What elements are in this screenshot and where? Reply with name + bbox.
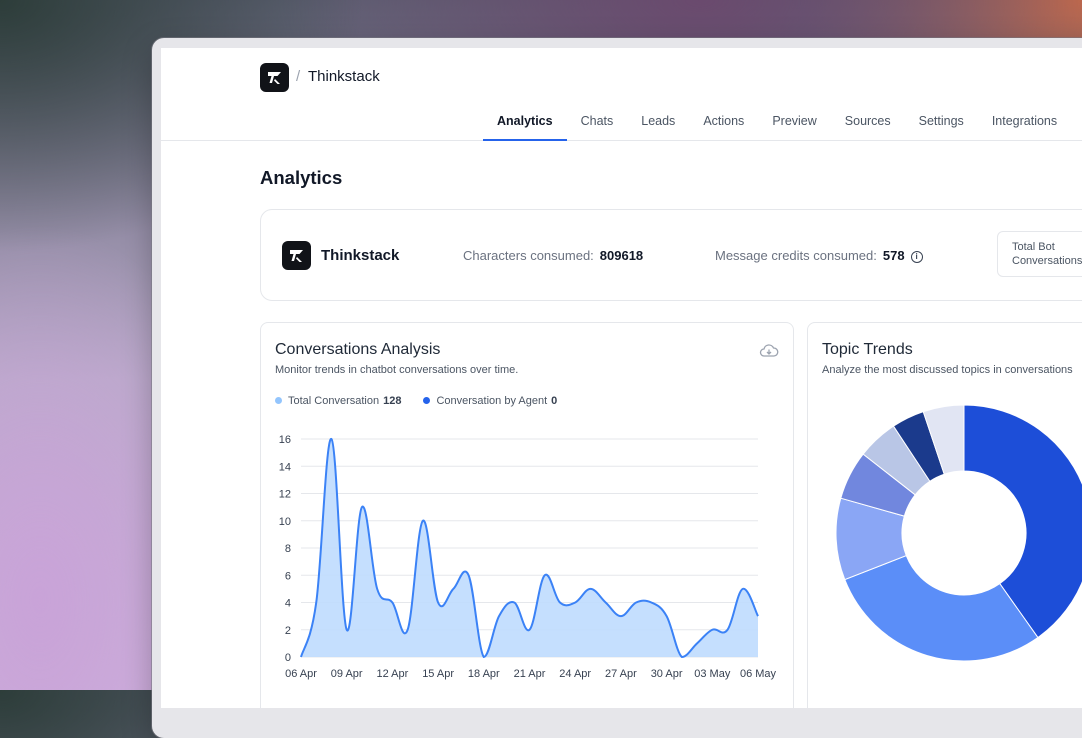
- x-tick-label: 30 Apr: [651, 668, 683, 680]
- y-tick-label: 12: [279, 489, 291, 501]
- tab-settings[interactable]: Settings: [905, 112, 978, 140]
- page-title: Analytics: [260, 167, 343, 188]
- total-bot-label-line1: Total Bot: [1012, 241, 1055, 253]
- credits-consumed-stat: Message credits consumed: 578 i: [715, 248, 923, 263]
- bot-name: Thinkstack: [321, 247, 400, 264]
- total-bot-label-line2: Conversations: [1012, 255, 1082, 267]
- tab-integrations[interactable]: Integrations: [978, 112, 1071, 140]
- credits-consumed-label: Message credits consumed:: [715, 248, 877, 263]
- conversations-analysis-card: Conversations Analysis Monitor trends in…: [260, 322, 794, 708]
- y-tick-label: 8: [285, 543, 291, 555]
- x-tick-label: 24 Apr: [559, 668, 591, 680]
- y-tick-label: 2: [285, 625, 291, 637]
- x-tick-label: 06 Apr: [285, 668, 317, 680]
- conversations-area-chart: 0 2 4 6 8 10 12 14 16 06 Apr 09 Apr 12 Apr 15 Apr 18 …: [279, 434, 777, 680]
- breadcrumb-separator: /: [296, 68, 301, 85]
- main-nav: Analytics Chats Leads Actions Preview So…: [483, 112, 1082, 141]
- tab-preview[interactable]: Preview: [758, 112, 830, 140]
- total-bot-conversations-box: Total Bot Conversations: [997, 231, 1082, 277]
- y-tick-label: 4: [285, 598, 291, 610]
- y-tick-label: 16: [279, 434, 291, 446]
- tab-sources[interactable]: Sources: [831, 112, 905, 140]
- y-tick-label: 6: [285, 570, 291, 582]
- x-tick-label: 21 Apr: [514, 668, 546, 680]
- y-tick-label: 10: [279, 516, 291, 528]
- tab-chats[interactable]: Chats: [567, 112, 628, 140]
- bot-logo-icon: [282, 241, 311, 270]
- characters-consumed-stat: Characters consumed: 809618: [463, 248, 643, 263]
- y-tick-label: 14: [279, 461, 291, 473]
- x-tick-label: 27 Apr: [605, 668, 637, 680]
- x-tick-label: 12 Apr: [376, 668, 408, 680]
- stats-bar: Thinkstack Characters consumed: 809618 Me…: [260, 209, 1082, 301]
- thinkstack-logo-icon[interactable]: [260, 63, 289, 92]
- topic-trends-card: Topic Trends Analyze the most discussed …: [807, 322, 1082, 708]
- breadcrumb-brand[interactable]: Thinkstack: [308, 68, 380, 85]
- x-tick-label: 15 Apr: [422, 668, 454, 680]
- info-icon[interactable]: i: [910, 251, 923, 263]
- tab-actions[interactable]: Actions: [689, 112, 758, 140]
- y-tick-label: 0: [285, 652, 291, 664]
- donut-slice: [844, 554, 1039, 662]
- credits-consumed-value: 578: [882, 248, 905, 263]
- top-bar: / Thinkstack Analytics Chats Leads Actio…: [161, 48, 1082, 141]
- topic-donut-chart: [835, 404, 1082, 662]
- app-window: / Thinkstack Analytics Chats Leads Actio…: [161, 48, 1082, 708]
- tab-embed[interactable]: Er: [1071, 112, 1082, 140]
- x-tick-label: 18 Apr: [468, 668, 500, 680]
- tab-leads[interactable]: Leads: [627, 112, 689, 140]
- x-tick-label: 06 May: [740, 668, 777, 680]
- characters-consumed-label: Characters consumed:: [463, 248, 594, 263]
- x-tick-label: 03 May: [694, 668, 731, 680]
- characters-consumed-value: 809618: [599, 248, 644, 263]
- x-tick-label: 09 Apr: [331, 668, 363, 680]
- tab-analytics[interactable]: Analytics: [483, 112, 567, 141]
